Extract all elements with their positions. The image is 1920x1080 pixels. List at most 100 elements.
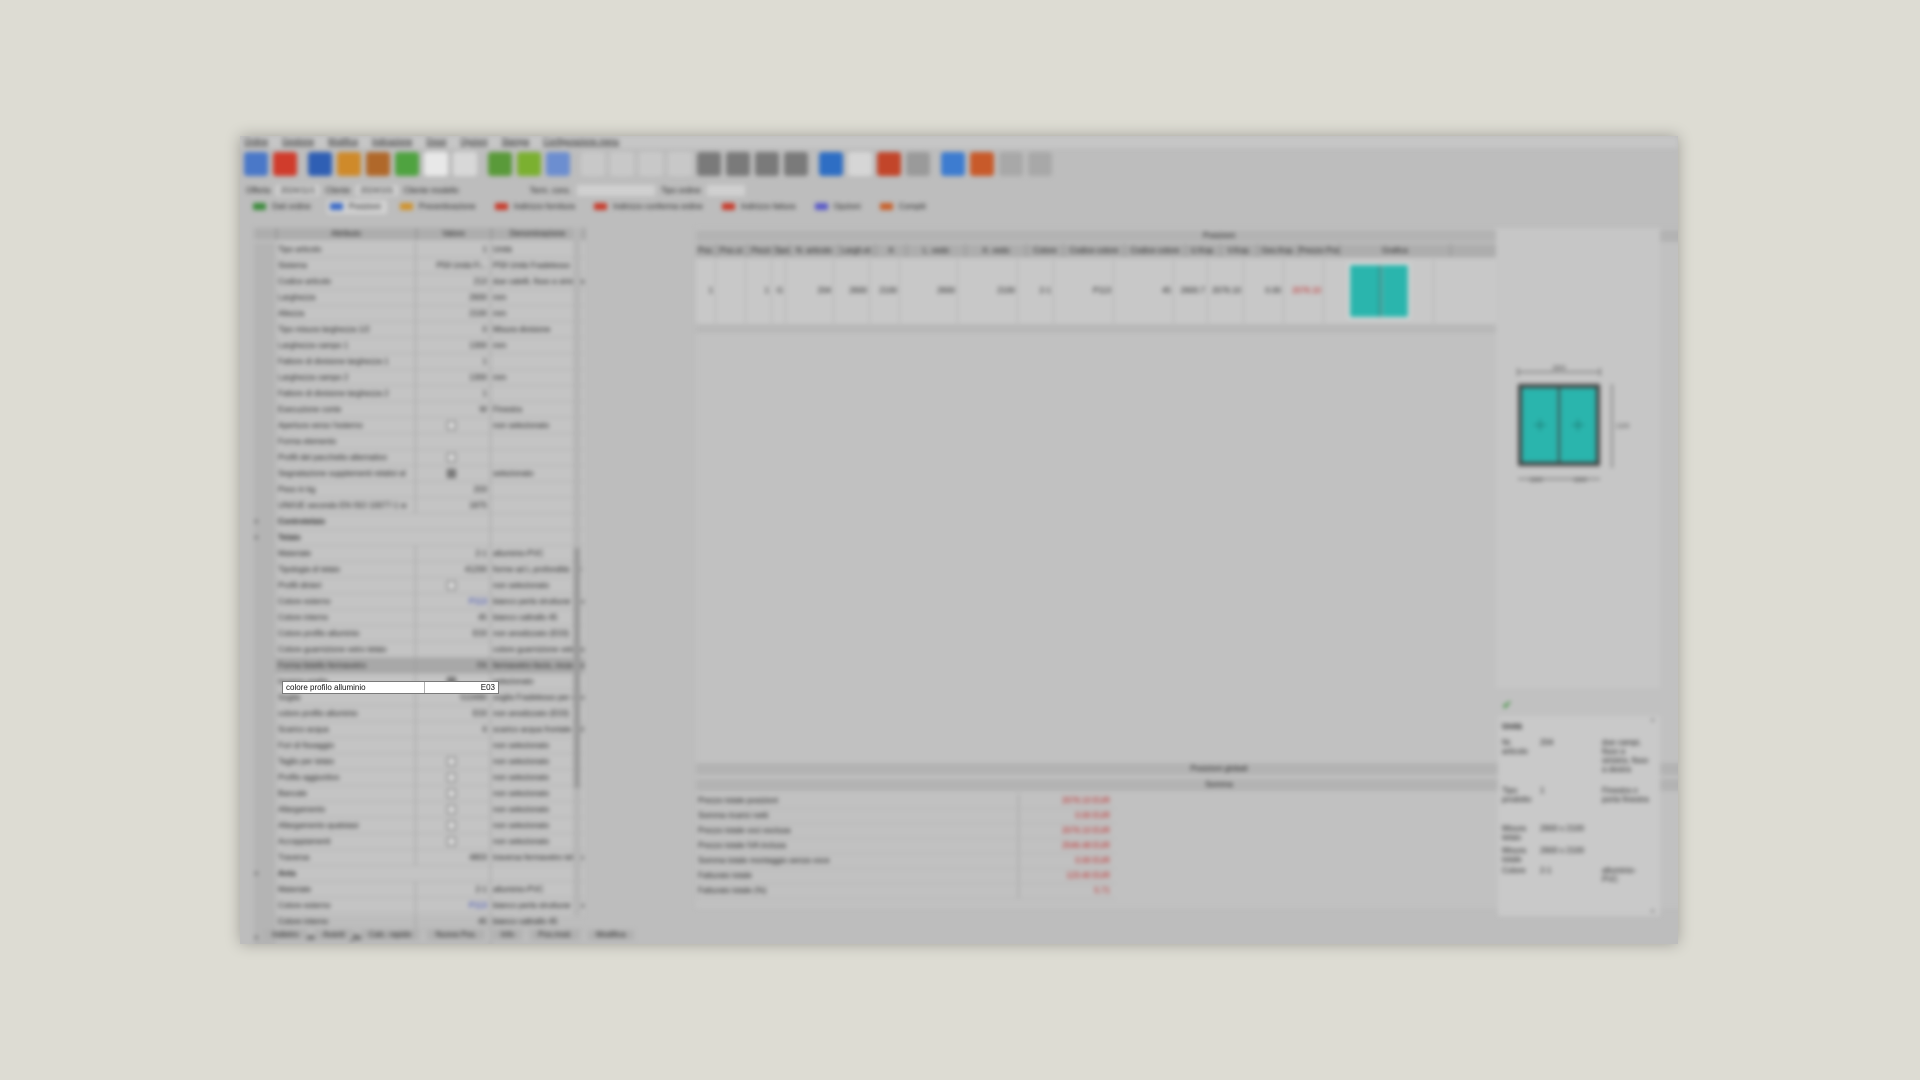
status-button-0[interactable]: Indietro xyxy=(264,930,307,940)
attribute-value[interactable]: 41200 xyxy=(416,562,491,577)
col-header-0[interactable]: Pos. xyxy=(696,244,717,257)
print-icon[interactable] xyxy=(668,152,692,176)
window3-icon[interactable] xyxy=(755,152,779,176)
attribute-row[interactable]: Allargamento qualsiasi non selezionato xyxy=(254,818,584,834)
cell-2[interactable]: 1 xyxy=(746,259,772,323)
col-header-9[interactable]: Colore xyxy=(1027,244,1064,257)
menu-item-1[interactable]: Gestione xyxy=(282,136,314,148)
attribute-row[interactable]: Tipologia di telaio 41200 forme ad L profo… xyxy=(254,562,584,578)
attribute-row[interactable]: Sistema P59 Unità Fi... P59 Unità Fradeles… xyxy=(254,258,584,274)
attribute-row[interactable]: Larghezza campo 2 1300 mm xyxy=(254,370,584,386)
type-field[interactable] xyxy=(706,184,745,196)
attribute-value[interactable]: 203 xyxy=(416,482,491,497)
attribute-value[interactable]: FA xyxy=(416,658,491,673)
window4-icon[interactable] xyxy=(784,152,808,176)
menu-item-0[interactable]: Ordine xyxy=(244,136,268,148)
cell-4[interactable]: 204 xyxy=(786,259,834,323)
checkbox[interactable] xyxy=(447,581,456,591)
attribute-value[interactable] xyxy=(416,834,491,849)
checkbox[interactable] xyxy=(447,805,456,815)
tab-7[interactable]: Compiti xyxy=(877,200,932,214)
attribute-row[interactable]: Profilo aggiuntivo non selezionato xyxy=(254,770,584,786)
document-icon[interactable] xyxy=(424,152,448,176)
attribute-row[interactable]: Tipo articolo 1 Unità xyxy=(254,242,584,258)
attribute-value[interactable] xyxy=(416,578,491,593)
status-button-3[interactable]: Nuova Pos. xyxy=(427,930,485,940)
menu-item-7[interactable]: Configurazione menu xyxy=(543,136,619,148)
attribute-row[interactable]: Codice articolo 213 due catelli, fisso a s… xyxy=(254,274,584,290)
col-header-2[interactable]: Pezzi xyxy=(748,244,775,257)
attribute-value[interactable]: P59 Unità Fi... xyxy=(416,258,491,273)
attribute-row[interactable]: Colore esterno P113 bianco perla struttura… xyxy=(254,594,584,610)
chevron-up-icon[interactable]: ⌃ xyxy=(1649,718,1656,727)
attribute-row[interactable]: Apertura verso l'esterno non selezionato xyxy=(254,418,584,434)
attribute-value[interactable]: P113 xyxy=(416,898,491,913)
col-header-3[interactable]: Spo. xyxy=(775,244,790,257)
checkbox[interactable] xyxy=(447,757,456,767)
attribute-row[interactable]: Taglio per telaio non selezionato xyxy=(254,754,584,770)
attribute-value[interactable] xyxy=(416,770,491,785)
col-header-7[interactable]: L. vedo xyxy=(907,244,966,257)
attribute-value[interactable]: E03 xyxy=(416,626,491,641)
attribute-value[interactable]: 1300 xyxy=(416,370,491,385)
col-header-4[interactable]: N. articolo xyxy=(790,244,839,257)
cell-14[interactable]: 0.00 xyxy=(1244,259,1284,323)
attribute-value[interactable]: 4803 xyxy=(416,850,491,865)
section-row[interactable]: + Anta xyxy=(254,866,584,882)
col-header-16[interactable]: Grafica xyxy=(1340,244,1451,257)
attribute-row[interactable]: Scarico acqua6scarico acqua frontale sul… xyxy=(254,722,584,738)
attribute-value[interactable]: 1 xyxy=(416,354,491,369)
tab-2[interactable]: Preventivazione xyxy=(397,200,482,214)
attribute-value[interactable] xyxy=(416,514,491,529)
attribute-value[interactable]: W xyxy=(416,402,491,417)
col-header-14[interactable]: Ges.Kop. xyxy=(1258,244,1299,257)
cell-13[interactable]: 2076.10 xyxy=(1208,259,1244,323)
globe-icon[interactable] xyxy=(819,152,843,176)
attribute-value[interactable] xyxy=(416,802,491,817)
attribute-value[interactable] xyxy=(416,786,491,801)
arrow-left-icon[interactable] xyxy=(610,152,634,176)
attribute-row[interactable]: Profili del pacchetto alternativo xyxy=(254,450,584,466)
cell-0[interactable]: 1 xyxy=(696,259,716,323)
refresh-icon[interactable] xyxy=(941,152,965,176)
menu-item-2[interactable]: Modifica xyxy=(328,136,358,148)
attribute-value[interactable]: 2100 xyxy=(416,306,491,321)
attribute-value[interactable]: 2600 xyxy=(416,290,491,305)
paper-icon[interactable] xyxy=(848,152,872,176)
attribute-value[interactable]: 2-1 xyxy=(416,882,491,897)
cell-7[interactable]: 2600 xyxy=(900,259,958,323)
trash-icon[interactable] xyxy=(1028,152,1052,176)
attribute-value[interactable]: E03 xyxy=(416,706,491,721)
attribute-row[interactable]: Bancale non selezionato xyxy=(254,786,584,802)
attribute-row[interactable]: Colore interno 45 bianco caltrallo 45 xyxy=(254,610,584,626)
attribute-row[interactable]: Esecuzione conte W Finestra xyxy=(254,402,584,418)
tab-5[interactable]: Indirizzo fattura xyxy=(719,200,802,214)
attribute-row[interactable]: Segnalazione supplementi relativi al sele… xyxy=(254,466,584,482)
attribute-value[interactable] xyxy=(416,738,491,753)
checkbox[interactable] xyxy=(447,837,456,847)
attribute-value[interactable] xyxy=(416,466,491,481)
menu-item-6[interactable]: Stampa xyxy=(501,136,529,148)
edit-icon[interactable] xyxy=(517,152,541,176)
cell-6[interactable]: 2100 xyxy=(870,259,900,323)
cell-5[interactable]: 2600 xyxy=(834,259,870,323)
attribute-row[interactable]: Materiale 2-1 alluminio-PVC xyxy=(254,882,584,898)
attribute-value[interactable] xyxy=(416,818,491,833)
attribute-value[interactable]: 1 xyxy=(416,242,491,257)
menu-item-5[interactable]: Opzioni xyxy=(460,136,487,148)
attribute-value[interactable]: 1300 xyxy=(416,338,491,353)
flowers-icon[interactable] xyxy=(970,152,994,176)
attribute-row[interactable]: Colore esterno P113 bianco perla struttura… xyxy=(254,898,584,914)
save-icon[interactable] xyxy=(308,152,332,176)
window2-icon[interactable] xyxy=(726,152,750,176)
section-row[interactable]: + Telaio xyxy=(254,530,584,546)
arrow-right-icon[interactable] xyxy=(639,152,663,176)
cell-12[interactable]: 2600.7 xyxy=(1174,259,1208,323)
tab-4[interactable]: Indirizzo conferma ordine xyxy=(591,200,709,214)
position-row-empty[interactable] xyxy=(696,325,1616,333)
attribute-value[interactable]: 1 xyxy=(416,386,491,401)
menu-item-4[interactable]: Dossi xyxy=(426,136,446,148)
attribute-row[interactable]: Materiale 2-1 alluminio-PVC xyxy=(254,546,584,562)
attribute-row[interactable]: Accoppiamenti non selezionato xyxy=(254,834,584,850)
chevron-down-icon[interactable]: ⌄ xyxy=(1649,905,1656,914)
